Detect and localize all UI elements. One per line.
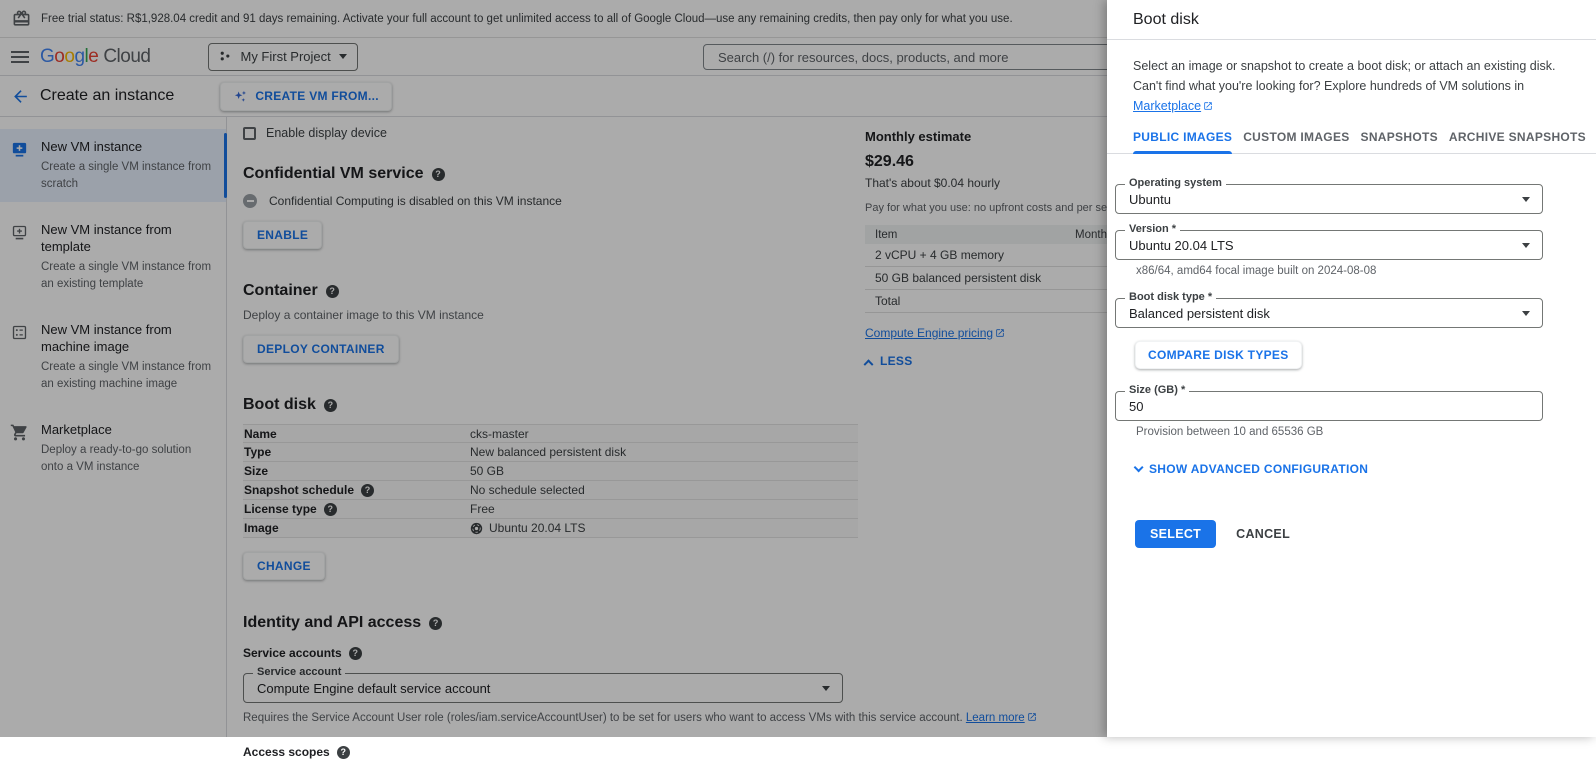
version-helper: x86/64, amd64 focal image built on 2024-… (1136, 265, 1596, 277)
compare-disk-types-button[interactable]: COMPARE DISK TYPES (1135, 341, 1302, 369)
panel-tabs: PUBLIC IMAGES CUSTOM IMAGES SNAPSHOTS AR… (1107, 130, 1596, 154)
size-helper: Provision between 10 and 65536 GB (1136, 426, 1596, 438)
help-icon[interactable] (337, 746, 350, 759)
size-input[interactable] (1116, 392, 1542, 420)
version-value: Ubuntu 20.04 LTS (1129, 238, 1234, 253)
panel-description: Select an image or snapshot to create a … (1133, 56, 1585, 117)
tab-archive-snapshots[interactable]: ARCHIVE SNAPSHOTS (1449, 130, 1586, 153)
boot-disk-type-label: Boot disk type * (1125, 292, 1216, 303)
tab-custom-images[interactable]: CUSTOM IMAGES (1243, 130, 1349, 153)
show-advanced-configuration[interactable]: SHOW ADVANCED CONFIGURATION (1133, 462, 1596, 476)
access-scopes-label: Access scopes (243, 745, 858, 759)
chevron-down-icon (1522, 311, 1530, 316)
boot-disk-panel: Boot disk Select an image or snapshot to… (1107, 0, 1596, 737)
select-button[interactable]: SELECT (1135, 520, 1216, 548)
chevron-down-icon (1134, 462, 1144, 472)
size-field: Size (GB) * (1115, 391, 1543, 421)
operating-system-select[interactable]: Operating system Ubuntu (1115, 184, 1543, 214)
chevron-down-icon (1522, 243, 1530, 248)
version-label: Version * (1125, 224, 1180, 235)
panel-actions: SELECT CANCEL (1135, 520, 1596, 548)
tab-snapshots[interactable]: SNAPSHOTS (1361, 130, 1438, 153)
tab-public-images[interactable]: PUBLIC IMAGES (1133, 130, 1232, 153)
external-link-icon (1203, 97, 1213, 117)
boot-disk-type-select[interactable]: Boot disk type * Balanced persistent dis… (1115, 298, 1543, 328)
version-select[interactable]: Version * Ubuntu 20.04 LTS (1115, 230, 1543, 260)
boot-disk-type-value: Balanced persistent disk (1129, 306, 1270, 321)
divider (1107, 39, 1596, 40)
marketplace-link[interactable]: Marketplace (1133, 99, 1201, 113)
chevron-down-icon (1522, 197, 1530, 202)
operating-system-label: Operating system (1125, 178, 1226, 189)
cancel-button[interactable]: CANCEL (1236, 527, 1290, 541)
gcp-console: Free trial status: R$1,928.04 credit and… (0, 0, 1596, 737)
operating-system-value: Ubuntu (1129, 192, 1171, 207)
panel-title: Boot disk (1107, 0, 1596, 39)
size-label: Size (GB) * (1125, 385, 1189, 396)
